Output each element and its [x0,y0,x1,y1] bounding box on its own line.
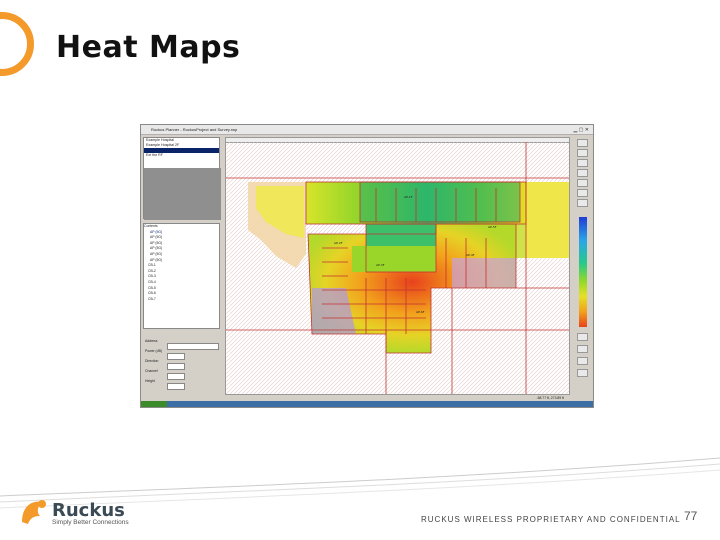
height-field[interactable] [167,383,185,390]
page-number: 77 [684,509,698,523]
left-panel: Example Hospital Example Hospital 2F Ext… [143,135,221,400]
prop-label: Channel [145,369,158,373]
ap-tree[interactable]: Contents AP (5G) AP (5G) AP (5G) AP (5G)… [143,223,220,329]
power-field[interactable] [167,353,185,360]
window-buttons[interactable]: ▁ ▢ ✕ [573,126,589,135]
list-empty-area [144,168,221,220]
prop-label: Direction [145,359,159,363]
prop-row: Address [145,339,219,350]
svg-text:AP-5F: AP-5F [488,225,497,229]
coverage-zone [366,224,436,246]
toolbar-button[interactable] [577,345,588,353]
prop-label: Height [145,379,155,383]
toolbar-button[interactable] [577,189,588,197]
heat-map-svg: AP-1F AP-2F AP-3F AP-4F AP-5F AP-6F [226,142,569,394]
ruckus-dog-logo [22,500,46,524]
toolbar-button[interactable] [577,139,588,147]
tree-item[interactable]: CB-7 [144,297,219,303]
toolbar-button[interactable] [577,179,588,187]
floor-list[interactable]: Example Hospital Example Hospital 2F Ext… [143,137,221,220]
app-title: Ruckus Planner - RuckusProject and Surve… [151,127,238,132]
app-titlebar: Ruckus Planner - RuckusProject and Surve… [141,125,593,135]
properties-panel: Address Power (dB) Direction Channel Hei… [143,333,220,399]
cursor-coords: -58.77 ft, 273.89 ft [536,396,564,400]
title-accent-ring [0,12,34,76]
prop-row: Power (dB) [145,349,185,360]
coverage-zone [352,246,436,272]
prop-label: Power (dB) [145,349,162,353]
planner-screenshot: Ruckus Planner - RuckusProject and Surve… [140,124,594,408]
toolbar-button[interactable] [577,369,588,377]
toolbar-button[interactable] [577,199,588,207]
prop-row: Height [145,379,185,390]
slide-title: Heat Maps [56,30,241,65]
coverage-zone [452,258,516,288]
floor-list-item[interactable]: Ext the RF [144,153,219,158]
start-button[interactable] [141,401,167,407]
direction-field[interactable] [167,363,185,370]
signal-legend [579,217,587,327]
windows-taskbar [141,401,593,407]
confidential-notice: RUCKUS WIRELESS PROPRIETARY AND CONFIDEN… [421,515,681,524]
brand-tagline: Simply Better Connections [52,519,129,526]
channel-field[interactable] [167,373,185,380]
toolbar-button[interactable] [577,149,588,157]
toolbar-button[interactable] [577,169,588,177]
brand-name: Ruckus [52,500,125,521]
address-field[interactable] [167,343,219,350]
prop-label: Address [145,339,158,343]
svg-text:AP-2F: AP-2F [334,241,343,245]
toolbar-button[interactable] [577,357,588,365]
svg-text:AP-6F: AP-6F [416,310,425,314]
svg-text:AP-1F: AP-1F [404,195,413,199]
coverage-zone [526,182,569,258]
toolbar-button[interactable] [577,159,588,167]
svg-text:AP-3F: AP-3F [376,263,385,267]
prop-row: Direction [145,359,185,370]
toolbar-button[interactable] [577,333,588,341]
prop-row: Channel [145,369,185,380]
heat-map-canvas[interactable]: AP-1F AP-2F AP-3F AP-4F AP-5F AP-6F [225,137,570,395]
right-toolbar [573,135,593,397]
svg-text:AP-4F: AP-4F [466,253,475,257]
